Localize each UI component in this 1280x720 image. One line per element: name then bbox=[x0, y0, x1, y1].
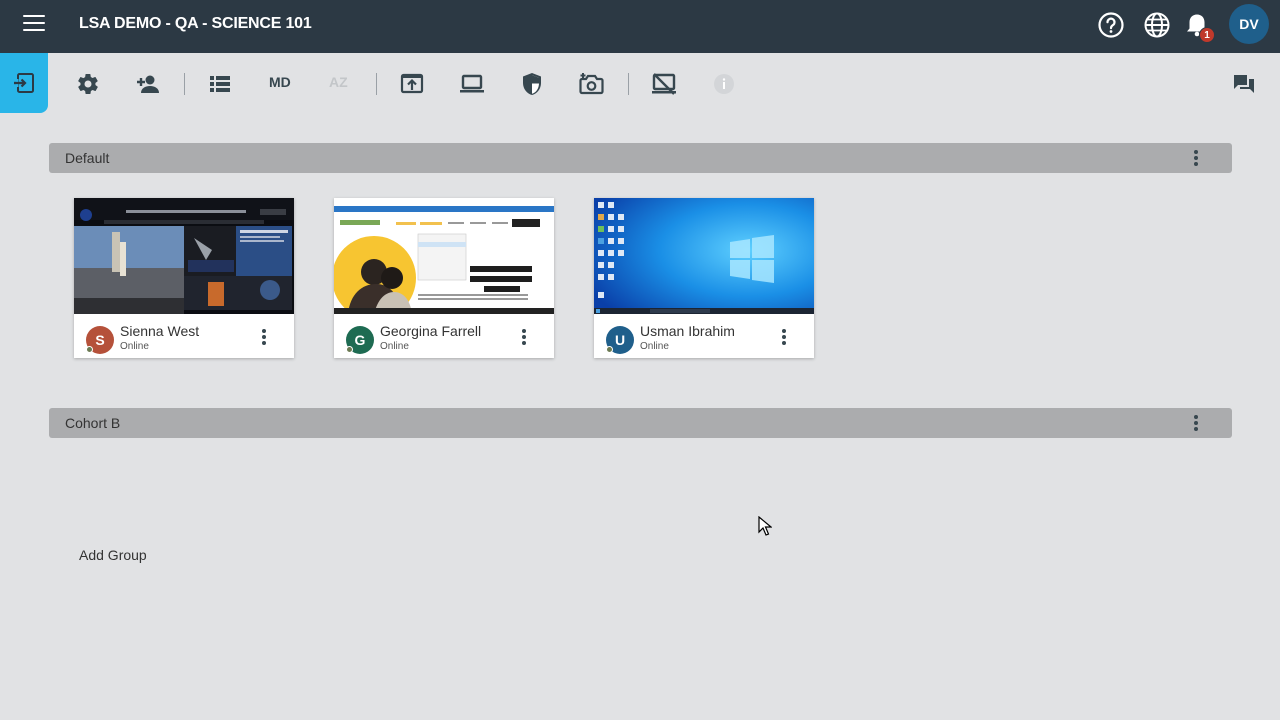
class-title: LSA DEMO - QA - SCIENCE 101 bbox=[79, 15, 312, 32]
group-menu-icon[interactable] bbox=[1186, 148, 1206, 168]
chat-icon[interactable] bbox=[1231, 71, 1257, 97]
screen-thumbnail bbox=[334, 198, 554, 314]
student-status: Online bbox=[640, 341, 669, 352]
screenshot-icon[interactable] bbox=[579, 71, 605, 97]
group-header-cohort-b[interactable]: Cohort B bbox=[49, 408, 1232, 438]
laptop-icon[interactable] bbox=[459, 71, 485, 97]
add-group-button[interactable]: Add Group bbox=[79, 547, 147, 563]
student-name: Usman Ibrahim bbox=[640, 323, 735, 339]
student-menu-icon[interactable] bbox=[254, 327, 274, 347]
student-card[interactable]: G Georgina Farrell Online bbox=[334, 198, 554, 358]
share-screen-icon[interactable] bbox=[399, 71, 425, 97]
add-student-icon[interactable] bbox=[135, 71, 161, 97]
student-name: Sienna West bbox=[120, 323, 200, 339]
exit-icon bbox=[14, 73, 34, 93]
group-name: Cohort B bbox=[65, 415, 121, 431]
notification-badge: 1 bbox=[1199, 27, 1215, 43]
online-status-dot bbox=[346, 346, 353, 353]
screen-thumbnail bbox=[74, 198, 294, 314]
globe-icon[interactable] bbox=[1143, 11, 1171, 39]
student-card[interactable]: U Usman Ibrahim Online bbox=[594, 198, 814, 358]
toolbar-divider bbox=[376, 73, 377, 95]
help-icon[interactable] bbox=[1097, 11, 1125, 39]
student-status: Online bbox=[380, 341, 409, 352]
shield-icon[interactable] bbox=[519, 71, 545, 97]
student-menu-icon[interactable] bbox=[774, 327, 794, 347]
exit-class-button[interactable] bbox=[0, 53, 48, 113]
info-icon[interactable] bbox=[711, 71, 737, 97]
menu-icon[interactable] bbox=[23, 15, 45, 33]
sort-az-toggle[interactable]: AZ bbox=[329, 74, 348, 90]
online-status-dot bbox=[86, 346, 93, 353]
online-status-dot bbox=[606, 346, 613, 353]
screen-thumbnail bbox=[594, 198, 814, 314]
settings-icon[interactable] bbox=[75, 71, 101, 97]
mouse-cursor-icon bbox=[758, 515, 773, 541]
toolbar-divider bbox=[184, 73, 185, 95]
user-avatar[interactable]: DV bbox=[1229, 4, 1269, 44]
top-app-bar: LSA DEMO - QA - SCIENCE 101 1 DV bbox=[0, 0, 1280, 53]
student-name: Georgina Farrell bbox=[380, 323, 482, 339]
md-toggle[interactable]: MD bbox=[269, 74, 291, 90]
group-name: Default bbox=[65, 150, 110, 166]
toolbar: MD AZ bbox=[0, 53, 1280, 113]
group-menu-icon[interactable] bbox=[1186, 413, 1206, 433]
toolbar-divider bbox=[628, 73, 629, 95]
student-card[interactable]: S Sienna West Online bbox=[74, 198, 294, 358]
student-status: Online bbox=[120, 341, 149, 352]
screen-off-icon[interactable] bbox=[651, 71, 677, 97]
list-view-icon[interactable] bbox=[207, 71, 233, 97]
group-header-default[interactable]: Default bbox=[49, 143, 1232, 173]
student-menu-icon[interactable] bbox=[514, 327, 534, 347]
